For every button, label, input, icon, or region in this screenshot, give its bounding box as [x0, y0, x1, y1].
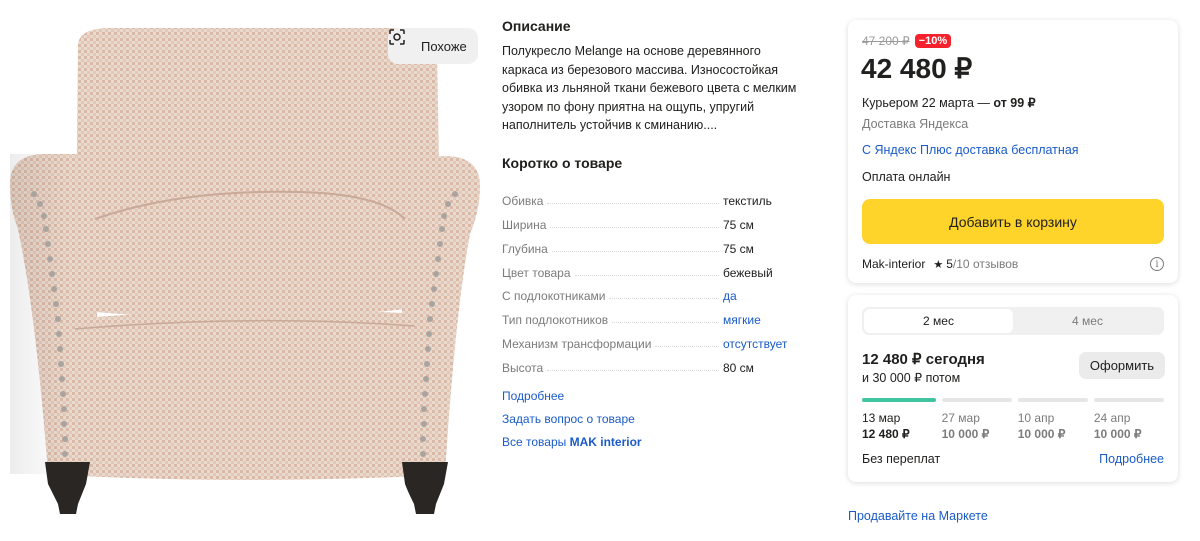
schedule-progress-bar — [1093, 398, 1164, 402]
similar-label: Похоже — [421, 38, 467, 54]
installment-more-link[interactable]: Подробнее — [1099, 452, 1164, 466]
seller-name[interactable]: Mak-interior — [862, 257, 925, 271]
more-details-link[interactable]: Подробнее — [502, 387, 802, 410]
spec-value: 75 см — [723, 218, 754, 233]
spec-value: 80 см — [723, 360, 754, 375]
spec-row: Высота 80 см — [502, 351, 802, 375]
schedule-item: 13 мар 12 480 ₽ — [862, 398, 936, 441]
all-products-prefix: Все товары — [502, 434, 570, 449]
delivery-price: от 99 ₽ — [993, 96, 1036, 110]
add-to-cart-button[interactable]: Добавить в корзину — [862, 199, 1164, 244]
installment-today: 12 480 ₽ сегодня — [862, 351, 985, 368]
product-info: Описание Полукресло Melange на основе де… — [502, 18, 802, 456]
installment-later: и 30 000 ₽ потом — [862, 371, 961, 385]
spec-name: Обивка — [502, 194, 544, 209]
schedule-date: 10 апр — [1017, 411, 1055, 425]
spec-name: Механизм трансформации — [502, 337, 652, 352]
ask-question-link[interactable]: Задать вопрос о товаре — [502, 410, 802, 433]
star-icon: ★ — [933, 258, 944, 271]
schedule-progress-bar — [1017, 398, 1088, 402]
payment-schedule: 13 мар 12 480 ₽ 27 мар 10 000 ₽ 10 апр 10 000… — [862, 398, 1164, 441]
description-text: Полукресло Melange на основе деревянного… — [502, 44, 797, 132]
schedule-progress-bar — [862, 398, 936, 402]
spec-row: Механизм трансформации отсутствует — [502, 327, 802, 351]
spec-row: Цвет товара бежевый — [502, 256, 802, 280]
spec-value: текстиль — [723, 194, 772, 209]
seller-rating: 5 — [946, 257, 953, 271]
similar-button[interactable]: Похоже — [388, 28, 478, 64]
delivery-provider: Доставка Яндекса — [862, 117, 969, 131]
spec-value[interactable]: отсутствует — [723, 337, 787, 351]
sell-on-market-link[interactable]: Продавайте на Маркете — [848, 509, 988, 523]
info-links: Подробнее Задать вопрос о товаре Все тов… — [502, 387, 802, 456]
schedule-date: 13 мар — [862, 411, 901, 425]
schedule-amount: 10 000 ₽ — [1093, 427, 1142, 441]
spec-dots — [612, 322, 720, 324]
spec-dots — [547, 369, 720, 371]
discount-badge: −10% — [914, 34, 952, 48]
spec-row: С подлокотниками да — [502, 280, 802, 304]
spec-name: Тип подлокотников — [502, 313, 609, 328]
specs-title: Коротко о товаре — [502, 154, 623, 171]
spec-dots — [574, 274, 719, 276]
installment-tabs: 2 мес 4 мес — [862, 307, 1164, 335]
no-overpay-text: Без переплат — [862, 452, 941, 466]
info-icon[interactable]: i — [1150, 257, 1164, 271]
lens-search-icon — [389, 29, 415, 55]
spec-name: Ширина — [502, 218, 547, 233]
brand-name: MAK interior — [569, 434, 642, 449]
schedule-amount: 10 000 ₽ — [941, 427, 990, 441]
old-price-row: 47 200 ₽ −10% — [862, 34, 952, 48]
schedule-item: 10 апр 10 000 ₽ — [1017, 398, 1088, 441]
spec-value: 75 см — [723, 241, 754, 256]
old-price: 47 200 ₽ — [862, 34, 910, 48]
spec-dots — [550, 227, 720, 229]
spec-name: С подлокотниками — [502, 289, 606, 304]
apply-installment-button[interactable]: Оформить — [1079, 352, 1165, 379]
spec-dots — [655, 346, 720, 348]
installment-card: 2 мес 4 мес 12 480 ₽ сегодня и 30 000 ₽ п… — [848, 295, 1178, 482]
seller-reviews-link[interactable]: /10 отзывов — [953, 257, 1018, 271]
spec-row: Ширина 75 см — [502, 208, 802, 232]
armchair-image — [10, 28, 480, 514]
specs-list: Обивка текстиль Ширина 75 см Глубина 75 см Цве… — [502, 185, 802, 375]
schedule-amount: 12 480 ₽ — [862, 427, 910, 441]
spec-dots — [547, 203, 720, 205]
current-price: 42 480 ₽ — [861, 53, 973, 84]
tab-installment-term[interactable]: 2 мес — [864, 309, 1013, 333]
spec-dots — [551, 250, 719, 252]
spec-value[interactable]: мягкие — [723, 313, 761, 327]
schedule-amount: 10 000 ₽ — [1017, 427, 1066, 441]
delivery-date: Курьером 22 марта — — [862, 96, 994, 110]
schedule-date: 24 апр — [1093, 411, 1131, 425]
spec-name: Высота — [502, 360, 544, 375]
delivery-info: Курьером 22 марта — от 99 ₽ — [862, 95, 1036, 110]
schedule-item: 24 апр 10 000 ₽ — [1093, 398, 1164, 441]
spec-row: Обивка текстиль — [502, 185, 802, 209]
spec-value[interactable]: да — [723, 289, 737, 303]
spec-row: Глубина 75 см — [502, 232, 802, 256]
product-image[interactable]: Похоже — [0, 14, 490, 526]
all-brand-products-link[interactable]: Все товары MAK interior — [502, 433, 802, 456]
tab-installment-term[interactable]: 4 мес — [1013, 309, 1162, 333]
schedule-item: 27 мар 10 000 ₽ — [941, 398, 1012, 441]
description-title: Описание — [502, 18, 571, 34]
spec-dots — [609, 298, 720, 300]
plus-free-delivery-link[interactable]: С Яндекс Плюс доставка бесплатная — [862, 143, 1079, 157]
payment-method: Оплата онлайн — [862, 170, 951, 184]
schedule-progress-bar — [941, 398, 1012, 402]
schedule-date: 27 мар — [941, 411, 980, 425]
spec-value: бежевый — [723, 265, 773, 280]
spec-row: Тип подлокотников мягкие — [502, 303, 802, 327]
seller-row: Mak-interior ★ 5 /10 отзывов i — [862, 257, 1164, 271]
spec-name: Цвет товара — [502, 265, 571, 280]
offer-card: 47 200 ₽ −10% 42 480 ₽ Курьером 22 марта… — [848, 20, 1178, 283]
spec-name: Глубина — [502, 241, 548, 256]
